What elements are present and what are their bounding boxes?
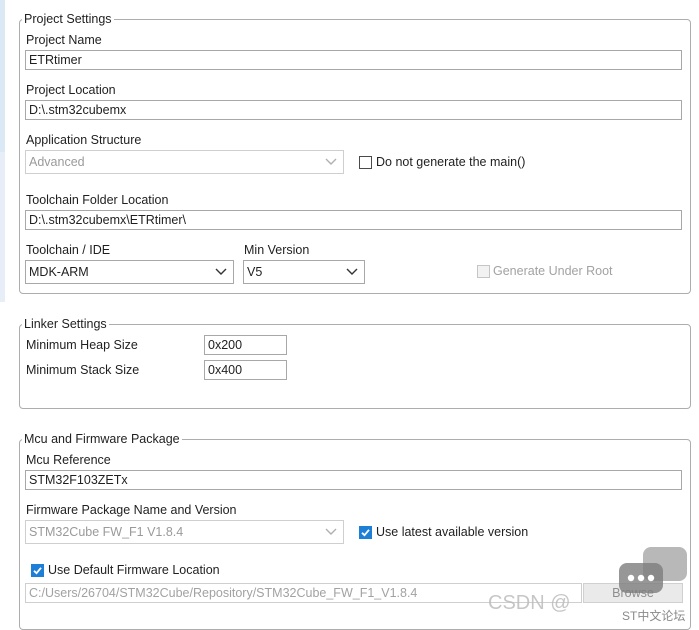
application-structure-select[interactable]: Advanced [25, 150, 344, 174]
min-version-select[interactable]: V5 [243, 260, 365, 284]
left-panel-strip [0, 152, 5, 302]
chevron-down-icon [325, 158, 337, 165]
mcu-reference-label: Mcu Reference [26, 453, 111, 467]
chevron-down-icon [215, 268, 227, 275]
toolchain-folder-label: Toolchain Folder Location [26, 193, 169, 207]
min-heap-size-field[interactable]: 0x200 [204, 335, 287, 355]
checkmark-icon [33, 567, 42, 575]
linker-settings-legend: Linker Settings [24, 317, 107, 331]
chevron-down-icon [346, 268, 358, 275]
min-stack-size-label: Minimum Stack Size [26, 363, 140, 377]
mcu-firmware-legend: Mcu and Firmware Package [24, 432, 180, 446]
do-not-generate-main-checkbox[interactable] [359, 156, 372, 169]
use-latest-version-label: Use latest available version [376, 525, 529, 539]
mcu-reference-field[interactable]: STM32F103ZETx [25, 470, 682, 490]
project-name-field[interactable]: ETRtimer [25, 50, 682, 70]
chat-bubble-icon [619, 547, 687, 593]
checkmark-icon [361, 529, 370, 537]
firmware-package-label: Firmware Package Name and Version [26, 503, 237, 517]
use-default-location-label: Use Default Firmware Location [48, 563, 220, 577]
generate-under-root-label: Generate Under Root [493, 264, 613, 278]
firmware-package-value: STM32Cube FW_F1 V1.8.4 [29, 525, 184, 539]
generate-under-root-checkbox[interactable] [477, 265, 490, 278]
left-panel-strip [0, 302, 5, 630]
toolchain-ide-value: MDK-ARM [29, 265, 89, 279]
project-location-label: Project Location [26, 83, 116, 97]
toolchain-ide-label: Toolchain / IDE [26, 243, 111, 257]
min-version-value: V5 [247, 265, 263, 279]
min-heap-size-label: Minimum Heap Size [26, 338, 138, 352]
min-version-label: Min Version [244, 243, 310, 257]
firmware-package-select[interactable]: STM32Cube FW_F1 V1.8.4 [25, 520, 344, 544]
project-settings-legend: Project Settings [24, 12, 112, 26]
use-latest-version-checkbox[interactable] [359, 526, 372, 539]
application-structure-value: Advanced [29, 155, 85, 169]
toolchain-folder-field[interactable]: D:\.stm32cubemx\ETRtimer\ [25, 210, 682, 230]
st-forum-watermark: ST中文论坛 [622, 609, 686, 623]
use-default-location-checkbox[interactable] [31, 564, 44, 577]
do-not-generate-main-label: Do not generate the main() [376, 155, 526, 169]
min-stack-size-field[interactable]: 0x400 [204, 360, 287, 380]
toolchain-ide-select[interactable]: MDK-ARM [25, 260, 234, 284]
application-structure-label: Application Structure [26, 133, 142, 147]
project-location-field[interactable]: D:\.stm32cubemx [25, 100, 682, 120]
chevron-down-icon [325, 528, 337, 535]
csdn-watermark: CSDN @ [488, 592, 571, 614]
project-name-label: Project Name [26, 33, 102, 47]
left-panel-strip [0, 0, 5, 152]
